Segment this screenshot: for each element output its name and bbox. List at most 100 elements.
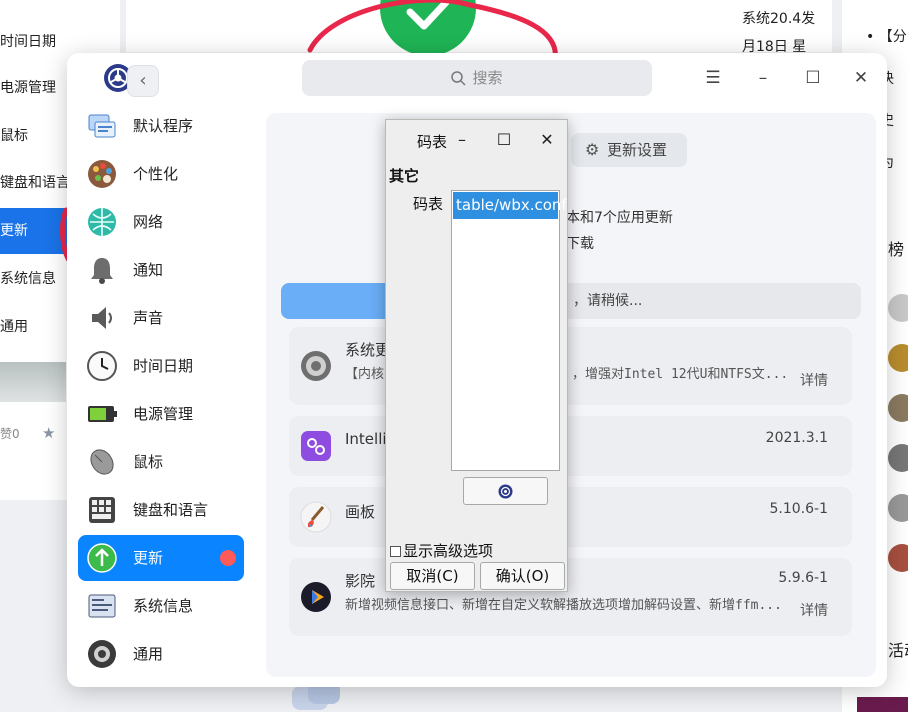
sidebar-item-label: 更新 xyxy=(133,549,164,567)
progress-fill xyxy=(281,283,386,319)
back-button[interactable]: ‹ xyxy=(127,65,159,97)
sidebar-item-label: 默认程序 xyxy=(133,117,194,135)
background-article-area xyxy=(126,0,832,52)
update-summary: 本和7个应用更新 xyxy=(566,210,673,226)
titlebar: ‹ 搜索 ☰ – ☐ ✕ xyxy=(67,53,887,103)
code-table-list[interactable]: table/wbx.conf xyxy=(451,190,567,471)
sidebar-item-system-info[interactable]: 系统信息 xyxy=(78,583,244,629)
sidebar: 默认程序 个性化 网络 通知 声音 时间日期 电源管理 鼠标 键盘和语言 更新 … xyxy=(67,103,257,687)
update-item-system: 系统更 【内核 ，增强对Intel 12代U和NTFS文... 详情 xyxy=(289,327,852,405)
sidebar-item-label: 鼠标 xyxy=(133,453,164,471)
bg-right-text: 榜 xyxy=(888,240,905,259)
sidebar-item-mouse[interactable]: 鼠标 xyxy=(78,439,244,485)
sidebar-item-sound[interactable]: 声音 xyxy=(78,295,244,341)
mouse-icon xyxy=(90,449,114,475)
details-link[interactable]: 详情 xyxy=(800,370,828,390)
checkbox-box[interactable] xyxy=(390,546,401,557)
bg-right-text-label: 【分 xyxy=(878,29,907,45)
bg-image-strip xyxy=(0,362,66,402)
search-icon xyxy=(451,71,467,86)
maximize-button[interactable]: ☐ xyxy=(801,66,825,90)
bg-menu-item: 鼠标 xyxy=(0,128,28,144)
code-table-dialog: 码表 – ☐ ✕ 其它 码表 table/wbx.conf 显示高级选项 取消(… xyxy=(385,119,568,592)
bg-menu-item: 系统信息 xyxy=(0,271,56,287)
minimize-button[interactable]: – xyxy=(751,66,775,90)
gear-icon: ⚙ xyxy=(585,140,600,159)
bg-right-text: 活动 xyxy=(888,641,908,660)
dialog-maximize-button[interactable]: ☐ xyxy=(494,130,514,150)
menu-button[interactable]: ☰ xyxy=(701,66,725,90)
app-name: 系统更 xyxy=(345,341,391,359)
battery-icon xyxy=(88,406,117,422)
sidebar-item-label: 声音 xyxy=(133,309,164,327)
app-name: 影院 xyxy=(345,572,376,590)
bg-menu-item-active: 更新 xyxy=(0,208,68,254)
app-version: 5.9.6-1 xyxy=(778,570,828,586)
success-check-icon xyxy=(380,0,476,56)
sidebar-item-network[interactable]: 网络 xyxy=(78,199,244,245)
sidebar-item-label: 通用 xyxy=(133,645,164,663)
sidebar-item-general[interactable]: 通用 xyxy=(78,631,244,677)
section-heading: 其它 xyxy=(389,167,420,185)
bg-like-count: 赞0 xyxy=(0,427,20,441)
app-desc: 【内核 xyxy=(345,367,385,382)
sidebar-item-update[interactable]: 更新 xyxy=(78,535,244,581)
dialog-close-button[interactable]: ✕ xyxy=(537,130,557,150)
speaker-icon xyxy=(92,307,112,329)
update-item-intellij: Intelli... 2021.3.1 xyxy=(289,416,852,476)
search-placeholder: 搜索 xyxy=(472,69,503,87)
sidebar-item-personalization[interactable]: 个性化 xyxy=(78,151,244,197)
sidebar-item-datetime[interactable]: 时间日期 xyxy=(78,343,244,389)
sidebar-item-default-apps[interactable]: 默认程序 xyxy=(78,103,244,149)
dialog-title: 码表 xyxy=(417,133,448,151)
background-news-snippet: 系统20.4发 月18日 星 xyxy=(740,0,832,55)
update-item-movie: 影院 新增视频信息接口、新增在自定义软解播放选项增加解码设置、新增ffm... … xyxy=(289,558,852,636)
cancel-button[interactable]: 取消(C) xyxy=(390,562,475,590)
search-input[interactable]: 搜索 xyxy=(302,60,652,96)
app-name: 画板 xyxy=(345,503,376,521)
system-update-gear-icon xyxy=(301,351,331,381)
list-item[interactable]: table/wbx.conf xyxy=(453,192,567,219)
star-icon: ★ xyxy=(42,424,56,442)
sidebar-item-label: 个性化 xyxy=(133,165,179,183)
sidebar-item-label: 键盘和语言 xyxy=(133,501,209,519)
intellij-app-icon xyxy=(301,431,331,461)
advanced-options-checkbox[interactable]: 显示高级选项 xyxy=(390,540,493,561)
sidebar-item-power[interactable]: 电源管理 xyxy=(78,391,244,437)
close-button[interactable]: ✕ xyxy=(849,66,873,90)
clock-icon xyxy=(87,351,117,381)
bg-right-text: • 【分 xyxy=(866,29,907,45)
paintbrush-app-icon xyxy=(300,501,332,533)
ok-button[interactable]: 确认(O) xyxy=(480,562,565,590)
app-desc: 新增视频信息接口、新增在自定义软解播放选项增加解码设置、新增ffm... xyxy=(345,598,782,613)
sidebar-item-label: 电源管理 xyxy=(133,405,194,423)
avatar xyxy=(888,444,908,472)
app-version: 2021.3.1 xyxy=(765,430,828,446)
code-table-label: 码表 xyxy=(413,195,444,213)
bg-menu-item: 电源管理 xyxy=(0,80,56,96)
tab-update-settings[interactable]: ⚙ 更新设置 xyxy=(571,133,687,167)
configure-button[interactable] xyxy=(463,477,548,505)
download-progress-bar: ，请稍候... xyxy=(281,283,861,319)
checkbox-label: 显示高级选项 xyxy=(403,542,494,560)
fcitx-config-icon xyxy=(498,484,513,499)
sidebar-item-notification[interactable]: 通知 xyxy=(78,247,244,293)
app-desc-tail: ，增强对Intel 12代U和NTFS文... xyxy=(572,367,789,382)
personalization-icon xyxy=(88,160,116,188)
avatar xyxy=(888,544,908,572)
sidebar-item-label: 通知 xyxy=(133,261,164,279)
details-link[interactable]: 详情 xyxy=(800,600,828,620)
dialog-minimize-button[interactable]: – xyxy=(452,130,472,150)
news-line: 系统20.4发 xyxy=(742,11,816,27)
bg-menu-item: 键盘和语言 xyxy=(0,175,70,191)
avatar xyxy=(888,344,908,372)
update-badge xyxy=(220,550,236,566)
update-item-drawing: 画板 5.10.6-1 xyxy=(289,487,852,547)
system-info-icon xyxy=(88,594,116,618)
movie-player-app-icon xyxy=(301,582,331,612)
general-icon xyxy=(88,640,116,668)
update-icon xyxy=(87,543,117,573)
sidebar-item-label: 系统信息 xyxy=(133,597,194,615)
bg-banner xyxy=(857,697,908,712)
sidebar-item-keyboard[interactable]: 键盘和语言 xyxy=(78,487,244,533)
